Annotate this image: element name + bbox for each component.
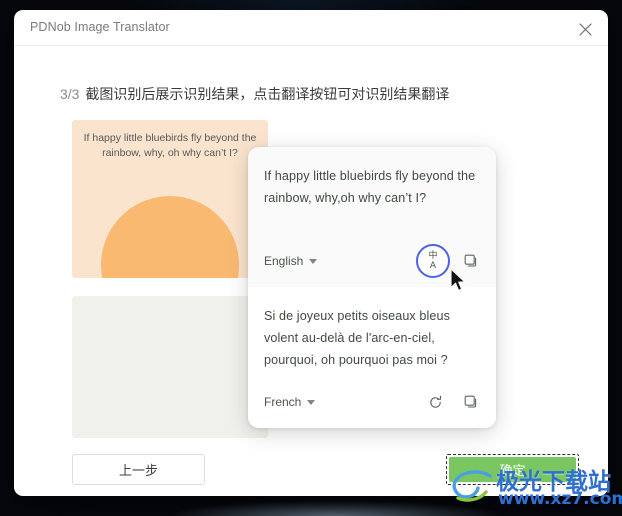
translator-dialog: PDNob Image Translator 3/3 截图识别后展示识别结果，点…: [14, 10, 608, 496]
target-language-label: French: [264, 395, 302, 409]
translate-icon[interactable]: 中 A: [416, 244, 450, 278]
chevron-down-icon: [309, 258, 318, 264]
refresh-icon[interactable]: [424, 391, 446, 413]
target-language-select[interactable]: French: [264, 395, 316, 409]
translate-icon-la: A: [429, 260, 437, 271]
step-counter: 3/3: [60, 86, 80, 102]
translate-result-card: If happy little bluebirds fly beyond the…: [248, 147, 496, 428]
previous-step-button[interactable]: 上一步: [72, 454, 205, 485]
copy-icon[interactable]: [460, 391, 482, 413]
recognized-image-preview[interactable]: If happy little bluebirds fly beyond the…: [72, 120, 268, 278]
confirm-button[interactable]: 确定: [449, 457, 576, 482]
source-language-label: English: [264, 254, 304, 268]
source-text-pane: If happy little bluebirds fly beyond the…: [248, 147, 496, 287]
target-text-pane: Si de joyeux petits oiseaux bleus volent…: [248, 287, 496, 428]
empty-image-placeholder[interactable]: [72, 296, 268, 438]
app-title: PDNob Image Translator: [30, 20, 170, 34]
dialog-titlebar: PDNob Image Translator: [14, 10, 608, 46]
copy-icon[interactable]: [460, 250, 482, 272]
step-instruction: 3/3 截图识别后展示识别结果，点击翻译按钮可对识别结果翻译: [60, 84, 449, 104]
translate-icon-zh: 中: [428, 250, 438, 261]
preview-caption: If happy little bluebirds fly beyond the…: [83, 132, 257, 159]
confirm-button-focus-ring: 确定: [446, 454, 579, 485]
source-footer: English 中 A: [264, 244, 482, 278]
chevron-down-icon: [307, 399, 316, 405]
step-instruction-text: 截图识别后展示识别结果，点击翻译按钮可对识别结果翻译: [85, 86, 450, 102]
target-actions: [424, 391, 482, 413]
source-text: If happy little bluebirds fly beyond the…: [264, 169, 476, 205]
target-text: Si de joyeux petits oiseaux bleus volent…: [264, 309, 451, 367]
source-actions: 中 A: [416, 244, 482, 278]
target-footer: French: [264, 390, 482, 414]
source-language-select[interactable]: English: [264, 254, 318, 268]
translate-glyph: 中 A: [428, 250, 438, 271]
sun-graphic: [101, 196, 239, 278]
close-icon[interactable]: [572, 16, 598, 42]
